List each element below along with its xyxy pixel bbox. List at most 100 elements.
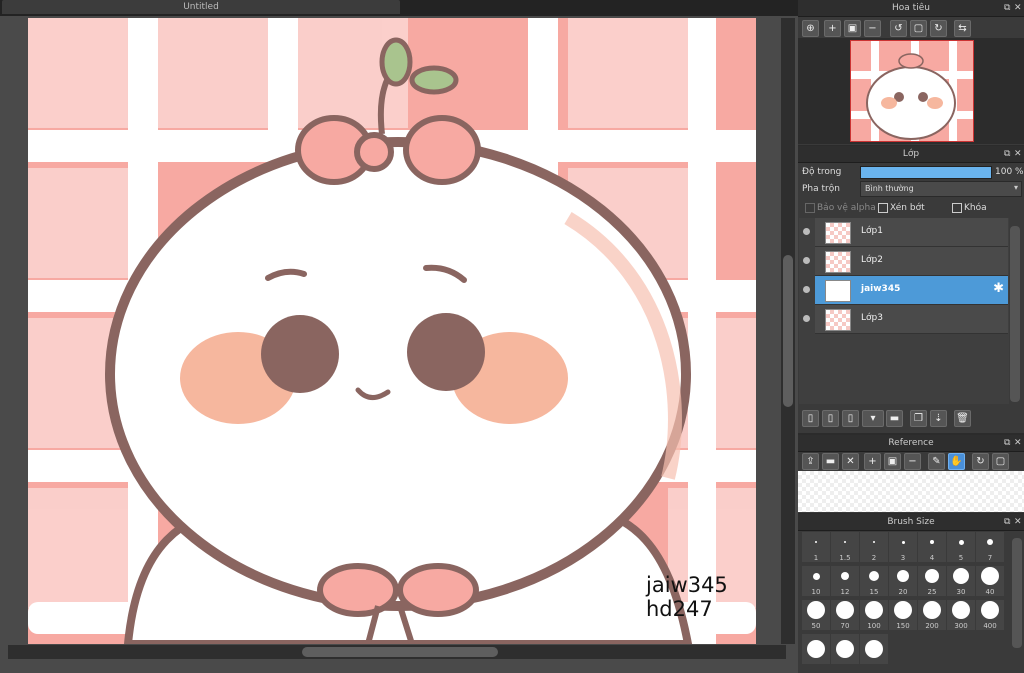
reference-canvas[interactable] — [798, 471, 1024, 512]
popout-icon[interactable]: ⧉ — [1004, 516, 1010, 528]
brush-size-dot — [923, 601, 941, 619]
brush-size-option[interactable]: 300 — [947, 600, 975, 630]
brush-size-option[interactable]: 7 — [976, 532, 1004, 562]
layer-row[interactable]: Lớp1 — [815, 218, 1008, 247]
document-tab[interactable]: Untitled — [2, 0, 400, 14]
visibility-icon[interactable] — [803, 315, 810, 322]
brush-size-option[interactable]: 10 — [802, 566, 830, 596]
layer-list-scrollbar[interactable] — [1010, 226, 1020, 402]
zoom-in-icon[interactable]: + — [824, 20, 841, 37]
brush-size-option[interactable]: 4 — [918, 532, 946, 562]
brush-size-dot — [981, 567, 999, 585]
brush-size-option[interactable]: 50 — [802, 600, 830, 630]
brush-size-scrollbar[interactable] — [1012, 538, 1022, 648]
brush-size-option[interactable]: 40 — [976, 566, 1004, 596]
layer-row[interactable]: Lớp2 — [815, 247, 1008, 276]
rotate-icon[interactable]: ↻ — [972, 453, 989, 470]
close-reference-icon[interactable]: ✕ — [842, 453, 859, 470]
brush-size-dot — [953, 568, 969, 584]
close-icon[interactable]: ✕ — [1014, 516, 1022, 528]
duplicate-layer-icon[interactable]: ❐ — [910, 410, 927, 427]
brush-size-option[interactable]: 200 — [918, 600, 946, 630]
close-icon[interactable]: ✕ — [1014, 2, 1022, 14]
layer-panel-title: Lớp — [798, 146, 1024, 163]
visibility-icon[interactable] — [803, 228, 810, 235]
brush-size-option[interactable]: 5 — [947, 532, 975, 562]
brush-size-option[interactable]: 70 — [831, 600, 859, 630]
layer-name: jaiw345 — [861, 284, 901, 294]
brush-size-option[interactable]: 15 — [860, 566, 888, 596]
gear-icon[interactable]: ✱ — [993, 281, 1004, 296]
brush-size-option[interactable]: 100 — [860, 600, 888, 630]
fit-screen-icon[interactable]: ▣ — [884, 453, 901, 470]
brush-size-option[interactable]: 150 — [889, 600, 917, 630]
clipping-checkbox[interactable] — [878, 203, 888, 213]
brush-size-dot — [836, 640, 854, 658]
brush-size-label: 10 — [811, 588, 821, 596]
new-folder-layer-icon[interactable]: ▯ — [842, 410, 859, 427]
vertical-scroll-thumb[interactable] — [783, 255, 793, 407]
popout-icon[interactable]: ⧉ — [1004, 437, 1010, 449]
close-icon[interactable]: ✕ — [1014, 437, 1022, 449]
zoom-out-icon[interactable]: − — [904, 453, 921, 470]
protect-alpha-checkbox[interactable] — [805, 203, 815, 213]
brush-size-option[interactable]: 1 — [802, 532, 830, 562]
brush-size-dot — [873, 541, 875, 543]
new-layer-icon[interactable]: ▯ — [802, 410, 819, 427]
brush-size-label: 15 — [869, 588, 879, 596]
layer-row[interactable]: Lớp3 — [815, 305, 1008, 334]
layer-row-selected[interactable]: jaiw345 ✱ — [815, 276, 1008, 305]
merge-down-icon[interactable]: ⇣ — [930, 410, 947, 427]
popout-icon[interactable]: ⧉ — [1004, 148, 1010, 160]
brush-size-label: 100 — [867, 622, 881, 630]
eyedropper-icon[interactable]: ✎ — [928, 453, 945, 470]
brush-size-option[interactable]: 30 — [947, 566, 975, 596]
visibility-icon[interactable] — [803, 257, 810, 264]
navigator-preview[interactable] — [850, 40, 974, 142]
brush-size-option[interactable] — [831, 634, 859, 664]
brush-size-option[interactable] — [802, 634, 830, 664]
fit-screen-icon[interactable]: ▣ — [844, 20, 861, 37]
navigator-title: Hoa tiêu — [798, 0, 1024, 17]
horizontal-scroll-thumb[interactable] — [302, 647, 498, 657]
brush-size-option[interactable]: 3 — [889, 532, 917, 562]
brush-size-dot — [815, 541, 817, 543]
brush-size-option[interactable] — [860, 634, 888, 664]
rotate-right-icon[interactable]: ↻ — [930, 20, 947, 37]
canvas-artwork[interactable]: jaiw345 hd247 — [28, 18, 756, 644]
brush-size-label: 12 — [840, 588, 850, 596]
flip-icon[interactable]: ⇆ — [954, 20, 971, 37]
protect-alpha-label: Bảo vệ alpha — [817, 203, 876, 213]
zoom-in-icon[interactable]: + — [864, 453, 881, 470]
close-icon[interactable]: ✕ — [1014, 148, 1022, 160]
popout-icon[interactable]: ⧉ — [1004, 2, 1010, 14]
folder-icon[interactable]: ▬ — [886, 410, 903, 427]
opacity-slider[interactable] — [860, 166, 992, 179]
brush-size-option[interactable]: 25 — [918, 566, 946, 596]
reset-view-icon[interactable]: ▢ — [992, 453, 1009, 470]
hand-tool-icon[interactable]: ✋ — [948, 453, 965, 470]
brush-size-option[interactable]: 1.5 — [831, 532, 859, 562]
zoom-fit-icon[interactable]: ⊕ — [802, 20, 819, 37]
brush-size-dot — [987, 539, 993, 545]
visibility-icon[interactable] — [803, 286, 810, 293]
add-layer-menu-icon[interactable]: ▾ — [862, 410, 884, 427]
open-reference-icon[interactable]: ⇪ — [802, 453, 819, 470]
brush-size-option[interactable]: 400 — [976, 600, 1004, 630]
zoom-out-icon[interactable]: − — [864, 20, 881, 37]
delete-layer-icon[interactable]: 🗑 — [954, 410, 971, 427]
blend-mode-select[interactable]: Bình thường ▾ — [860, 181, 1022, 197]
new-layer-type-icon[interactable]: ▯ — [822, 410, 839, 427]
brush-size-option[interactable]: 20 — [889, 566, 917, 596]
brush-size-label: 7 — [987, 554, 993, 562]
lock-checkbox[interactable] — [952, 203, 962, 213]
brush-size-option[interactable]: 12 — [831, 566, 859, 596]
rotate-left-icon[interactable]: ↺ — [890, 20, 907, 37]
layer-name: Lớp2 — [861, 255, 883, 265]
brush-size-label: 5 — [958, 554, 964, 562]
folder-open-icon[interactable]: ▬ — [822, 453, 839, 470]
brush-size-label: 4 — [929, 554, 935, 562]
brush-size-label: 2 — [871, 554, 877, 562]
reset-view-icon[interactable]: ▢ — [910, 20, 927, 37]
brush-size-option[interactable]: 2 — [860, 532, 888, 562]
